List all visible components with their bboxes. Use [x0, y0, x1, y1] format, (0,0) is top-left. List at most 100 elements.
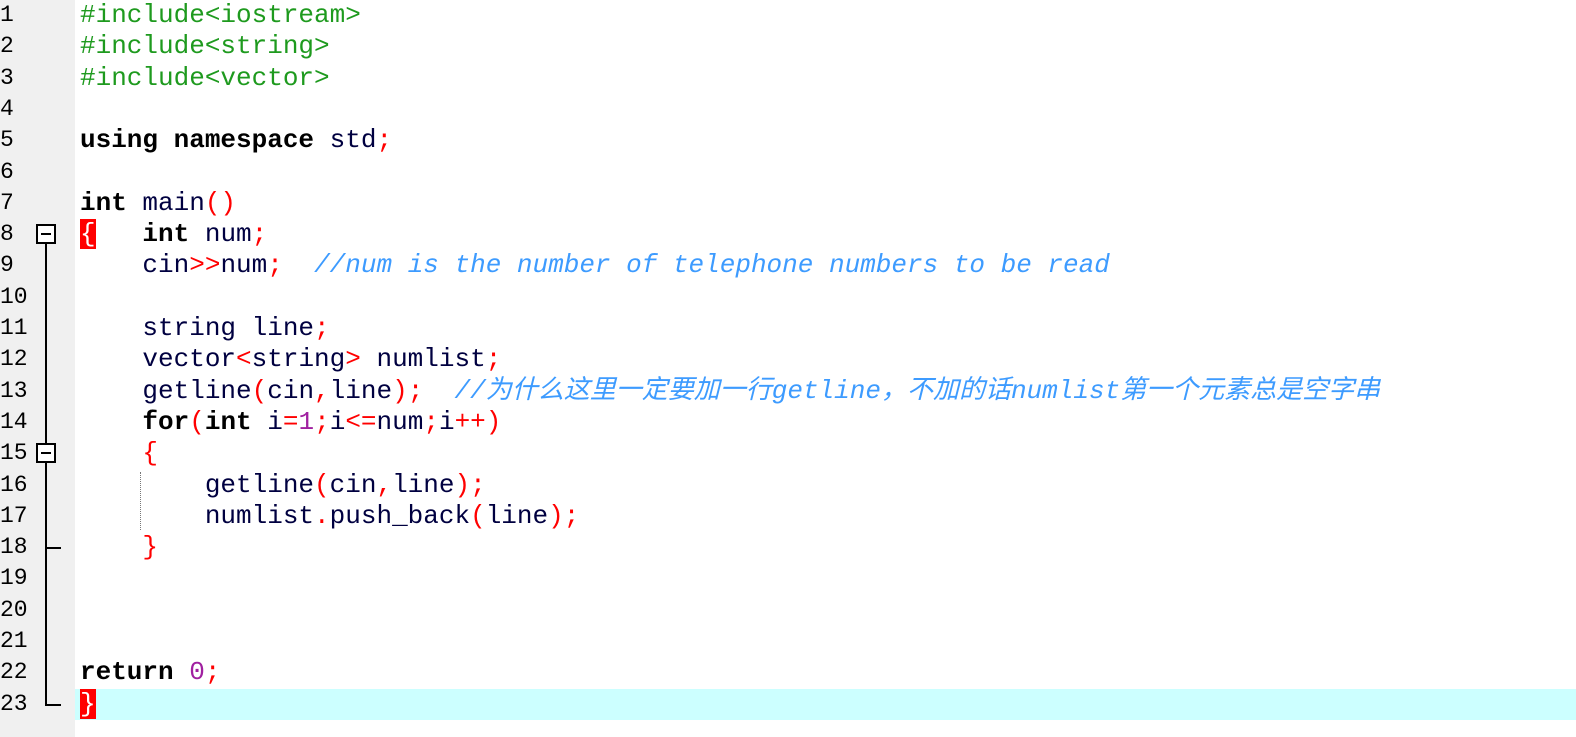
line-number: 4 [0, 95, 14, 122]
token-pp: #include<vector> [80, 62, 330, 93]
token-id: line [329, 375, 393, 406]
token-id: line [485, 500, 549, 531]
line-number: 18 [0, 534, 28, 561]
token-brm: { [80, 219, 96, 250]
fold-collapse-icon[interactable] [36, 443, 56, 464]
token-kw: for [142, 406, 190, 437]
token-kw: int [142, 219, 190, 250]
token-op: <= [345, 406, 377, 437]
line-number: 20 [0, 596, 28, 623]
line-number: 12 [0, 346, 28, 373]
token-op: () [204, 187, 237, 218]
line-number: 23 [0, 690, 28, 717]
code-line[interactable]: #include<string> [80, 31, 330, 62]
line-number: 19 [0, 565, 28, 592]
token-op: ); [454, 469, 486, 500]
line-number: 16 [0, 471, 28, 498]
token-op: ; [204, 657, 221, 688]
fold-range-line [45, 244, 47, 704]
token-op: ; [267, 250, 283, 281]
token-id: i [438, 406, 455, 437]
code-line[interactable]: cin>>num; //num is the number of telepho… [80, 250, 1110, 281]
code-line[interactable]: #include<vector> [80, 63, 330, 94]
token-id: num [220, 250, 268, 281]
token-id [80, 438, 142, 468]
token-num: 1 [298, 406, 315, 437]
code-line[interactable]: numlist.push_back(line); [80, 500, 580, 532]
token-op: ; [423, 406, 439, 437]
code-line[interactable]: vector<string> numlist; [80, 344, 501, 375]
token-num: 0 [189, 657, 205, 688]
token-op: } [142, 532, 159, 563]
token-op: ( [189, 406, 205, 437]
token-id: cin [267, 375, 315, 406]
line-number: 1 [0, 2, 14, 28]
token-id [80, 532, 142, 562]
code-line[interactable]: using namespace std; [80, 125, 392, 156]
token-op: ; [251, 219, 268, 250]
line-number: 21 [0, 628, 28, 654]
token-id [283, 250, 314, 280]
code-line[interactable]: string line; [80, 313, 329, 344]
token-brm: } [80, 688, 96, 719]
token-op: ); [548, 500, 580, 531]
token-op: , [376, 469, 393, 500]
token-op: < [236, 344, 252, 375]
token-op: ; [376, 125, 393, 156]
token-id: line [392, 469, 455, 500]
token-id: i [329, 406, 346, 437]
line-number: 6 [0, 158, 14, 185]
token-kw: using namespace [80, 125, 315, 156]
token-cm: //num is the number of telephone numbers… [314, 250, 1110, 281]
line-number: 17 [0, 502, 28, 529]
token-op: ); [392, 375, 424, 406]
fold-collapse-icon[interactable] [36, 224, 56, 245]
token-id: numlist [360, 344, 486, 375]
token-id: vector [80, 344, 237, 375]
token-op: ( [470, 500, 486, 531]
token-id [96, 219, 143, 249]
line-number: 5 [0, 127, 14, 154]
token-id: num [189, 219, 252, 250]
line-number: 9 [0, 252, 14, 279]
code-line[interactable]: getline(cin,line); //为什么这里一定要加一行getline，… [80, 376, 1380, 407]
code-line[interactable]: } [80, 688, 96, 720]
line-number: 13 [0, 377, 28, 404]
code-line[interactable]: return 0; [80, 657, 220, 688]
token-id: std [314, 125, 377, 156]
token-op: > [345, 344, 361, 375]
token-id [80, 407, 142, 437]
token-pp: #include<iostream> [80, 0, 361, 30]
token-pp: #include<string> [80, 31, 330, 62]
token-op: . [314, 500, 330, 531]
token-id: numlist [80, 500, 315, 531]
token-id: cin [80, 250, 190, 281]
line-number: 15 [0, 440, 28, 467]
code-line[interactable]: { [80, 438, 158, 469]
line-number: 3 [0, 64, 14, 91]
token-cm: //为什么这里一定要加一行getline，不加的话numlist第一个元素总是空… [454, 375, 1381, 406]
token-id: cin [329, 469, 377, 500]
token-op: >> [189, 250, 221, 281]
line-number: 7 [0, 189, 14, 216]
code-line[interactable]: int main() [80, 188, 236, 219]
code-line[interactable]: { int num; [80, 219, 267, 250]
token-id: num [376, 406, 424, 437]
token-kw: return [80, 657, 174, 688]
token-op: ( [314, 469, 330, 500]
line-number: 11 [0, 315, 28, 341]
code-line[interactable]: #include<iostream> [80, 0, 361, 31]
token-id: string [251, 344, 346, 375]
token-id [423, 376, 454, 406]
indent-guide [140, 471, 141, 531]
token-kw: int [80, 187, 127, 218]
token-id: string line [80, 313, 315, 343]
line-number: 10 [0, 283, 28, 310]
code-line[interactable]: for(int i=1;i<=num;i++) [80, 407, 501, 438]
line-number: 22 [0, 659, 28, 686]
token-id: i [251, 406, 283, 437]
token-id: getline [80, 375, 252, 406]
code-line[interactable]: } [80, 532, 158, 563]
current-line-highlight [75, 688, 1576, 720]
token-id [174, 657, 190, 687]
